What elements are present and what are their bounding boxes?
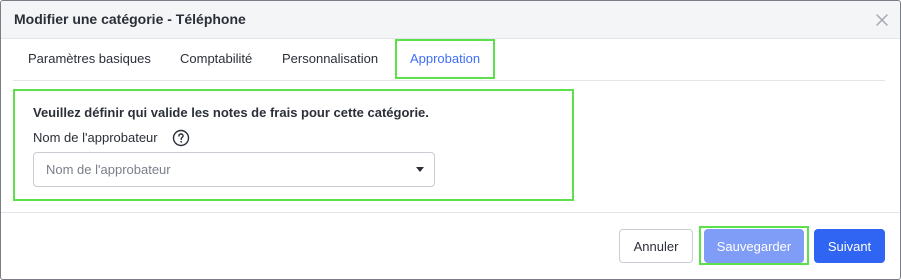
approver-label: Nom de l'approbateur	[33, 130, 158, 145]
section-heading: Veuillez définir qui valide les notes de…	[33, 105, 429, 120]
save-button[interactable]: Sauvegarder	[704, 229, 804, 263]
modal-header: Modifier une catégorie - Téléphone	[1, 1, 900, 39]
modal-title: Modifier une catégorie - Téléphone	[14, 11, 246, 27]
edit-category-modal: Modifier une catégorie - Téléphone Param…	[0, 0, 901, 280]
tab-label: Approbation	[409, 51, 481, 66]
tab-approval[interactable]: Approbation	[395, 39, 495, 79]
chevron-down-icon	[416, 167, 424, 172]
approval-section: Veuillez définir qui valide les notes de…	[13, 89, 574, 201]
tab-accounting[interactable]: Comptabilité	[180, 39, 252, 79]
approver-select-placeholder: Nom de l'approbateur	[46, 162, 171, 177]
next-button[interactable]: Suivant	[814, 229, 885, 263]
tab-label: Comptabilité	[180, 51, 253, 66]
cancel-button[interactable]: Annuler	[619, 229, 693, 263]
approver-select[interactable]: Nom de l'approbateur	[33, 152, 435, 187]
help-circle-icon[interactable]	[172, 129, 190, 147]
save-button-highlight: Sauvegarder	[699, 226, 809, 265]
tab-bar: Paramètres basiques Comptabilité Personn…	[13, 39, 885, 81]
tab-label: Paramètres basiques	[28, 51, 151, 66]
tab-basic-settings[interactable]: Paramètres basiques	[28, 39, 151, 79]
close-icon[interactable]	[874, 12, 890, 28]
tab-label: Personnalisation	[282, 51, 379, 66]
tab-customization[interactable]: Personnalisation	[282, 39, 378, 79]
footer-divider	[1, 212, 900, 213]
